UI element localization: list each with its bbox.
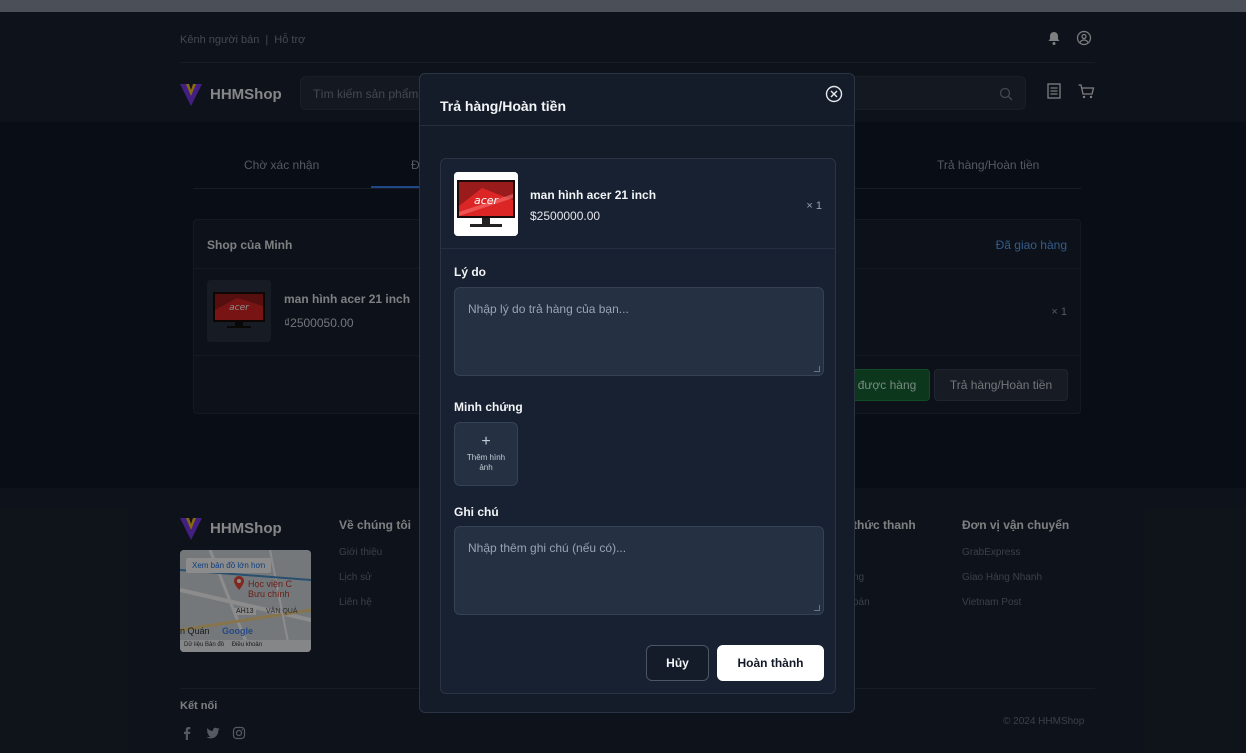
reason-label: Lý do bbox=[454, 265, 486, 279]
return-refund-modal: Trả hàng/Hoàn tiền acer man hình acer 21… bbox=[419, 73, 855, 713]
evidence-label: Minh chứng bbox=[454, 400, 523, 414]
svg-text:acer: acer bbox=[474, 194, 500, 207]
reason-textarea[interactable]: Nhập lý do trả hàng của bạn... bbox=[454, 287, 824, 376]
reason-placeholder: Nhập lý do trả hàng của bạn... bbox=[468, 302, 629, 316]
close-icon[interactable] bbox=[825, 85, 843, 103]
modal-title: Trả hàng/Hoàn tiền bbox=[440, 98, 567, 114]
modal-product-price: $2500000.00 bbox=[530, 209, 601, 223]
note-textarea[interactable]: Nhập thêm ghi chú (nếu có)... bbox=[454, 526, 824, 615]
submit-button[interactable]: Hoàn thành bbox=[717, 645, 824, 681]
modal-product-quantity: × 1 bbox=[806, 200, 822, 212]
add-image-label: Thêm hình ảnh bbox=[466, 453, 506, 472]
note-label: Ghi chú bbox=[454, 505, 499, 519]
plus-icon: + bbox=[481, 433, 491, 450]
return-form: acer man hình acer 21 inch $2500000.00 ×… bbox=[440, 158, 836, 694]
modal-product-row: acer man hình acer 21 inch $2500000.00 ×… bbox=[441, 159, 835, 249]
cancel-button[interactable]: Hủy bbox=[646, 645, 709, 681]
modal-product-name: man hình acer 21 inch bbox=[530, 188, 657, 202]
resize-handle[interactable] bbox=[814, 366, 820, 372]
add-image-button[interactable]: + Thêm hình ảnh bbox=[454, 422, 518, 486]
resize-handle[interactable] bbox=[814, 605, 820, 611]
acer-monitor-image: acer bbox=[454, 172, 518, 236]
browser-chrome-strip bbox=[0, 0, 1246, 12]
modal-header: Trả hàng/Hoàn tiền bbox=[420, 74, 854, 126]
modal-product-thumbnail: acer bbox=[454, 172, 518, 236]
note-placeholder: Nhập thêm ghi chú (nếu có)... bbox=[468, 541, 627, 555]
